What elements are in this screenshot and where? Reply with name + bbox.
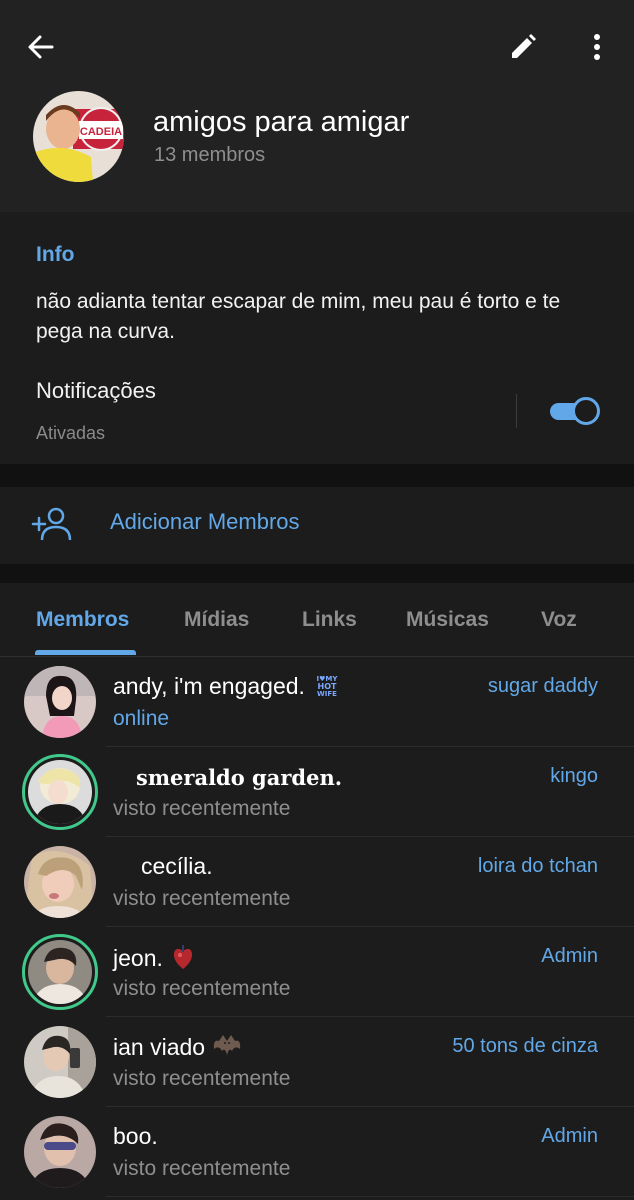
avatar[interactable] — [24, 846, 96, 918]
more-options-button[interactable] — [576, 26, 618, 68]
member-status: visto recentemente — [113, 887, 291, 910]
info-label: Info — [36, 243, 75, 266]
member-name: ian viado — [113, 1034, 206, 1061]
avatar[interactable] — [22, 754, 98, 830]
hot-wife-emoji-icon: I♥MY HOT WIFE — [312, 673, 341, 703]
notifications-label[interactable]: Notificações — [36, 378, 156, 404]
member-status: online — [113, 707, 170, 730]
add-user-icon — [31, 504, 73, 546]
svg-text:WIFE: WIFE — [317, 690, 337, 697]
tab-midias[interactable]: Mídias — [184, 608, 249, 632]
divider — [106, 1196, 634, 1197]
group-members-count: 13 membros — [154, 144, 266, 166]
toggle-knob — [572, 397, 600, 425]
member-status: visto recentemente — [113, 977, 291, 1000]
avatar[interactable] — [24, 666, 96, 738]
list-item[interactable]: boo. visto recentemente Admin — [0, 1107, 634, 1197]
list-item[interactable]: cecília. visto recentemente loira do tch… — [0, 837, 634, 927]
notifications-toggle[interactable] — [548, 395, 602, 427]
tab-voz[interactable]: Voz — [541, 608, 577, 632]
member-role: Admin — [541, 945, 598, 967]
member-name: jeon. — [113, 945, 163, 972]
add-members-label[interactable]: Adicionar Membros — [110, 509, 300, 535]
tab-links[interactable]: Links — [302, 608, 357, 632]
add-members-row[interactable] — [0, 487, 634, 564]
member-name: andy, i'm engaged. — [113, 673, 305, 700]
group-description: não adianta tentar escapar de mim, meu p… — [36, 290, 561, 343]
member-role: 50 tons de cinza — [452, 1035, 598, 1057]
notifications-status: Ativadas — [36, 423, 106, 443]
member-role: kingo — [550, 765, 598, 787]
group-title: amigos para amigar — [153, 106, 410, 138]
list-item[interactable]: andy, i'm engaged. I♥MY HOT WIFE online sug… — [0, 657, 634, 747]
divider — [516, 394, 517, 428]
list-item[interactable]: ian viado visto recentemente 50 tons de … — [0, 1017, 634, 1107]
heart-emoji-icon — [171, 943, 195, 977]
member-role: sugar daddy — [487, 675, 598, 697]
member-name: cecília. — [141, 853, 213, 879]
member-name: boo. — [113, 1123, 158, 1149]
tab-musicas[interactable]: Músicas — [406, 608, 489, 632]
member-role: Admin — [541, 1125, 598, 1147]
member-name: smeraldo garden. — [136, 765, 343, 790]
avatar[interactable] — [22, 934, 98, 1010]
edit-button[interactable] — [502, 26, 544, 68]
member-status: visto recentemente — [113, 1067, 291, 1090]
active-tab-indicator — [35, 650, 136, 655]
member-role: loira do tchan — [477, 855, 598, 877]
pencil-icon — [512, 34, 536, 58]
back-arrow-icon — [28, 35, 54, 59]
list-item[interactable]: jeon. visto recentemente Admin — [0, 927, 634, 1017]
bat-emoji-icon — [213, 1033, 241, 1065]
list-item[interactable]: smeraldo garden. visto recentemente king… — [0, 747, 634, 837]
back-button[interactable] — [20, 26, 62, 68]
tab-membros[interactable]: Membros — [36, 608, 129, 632]
group-avatar[interactable]: CADEIA — [33, 91, 124, 182]
member-status: visto recentemente — [113, 797, 291, 820]
avatar[interactable] — [24, 1026, 96, 1098]
member-status: visto recentemente — [113, 1157, 291, 1180]
more-vertical-icon — [594, 34, 600, 60]
avatar[interactable] — [24, 1116, 96, 1188]
svg-text:CADEIA: CADEIA — [80, 126, 122, 138]
